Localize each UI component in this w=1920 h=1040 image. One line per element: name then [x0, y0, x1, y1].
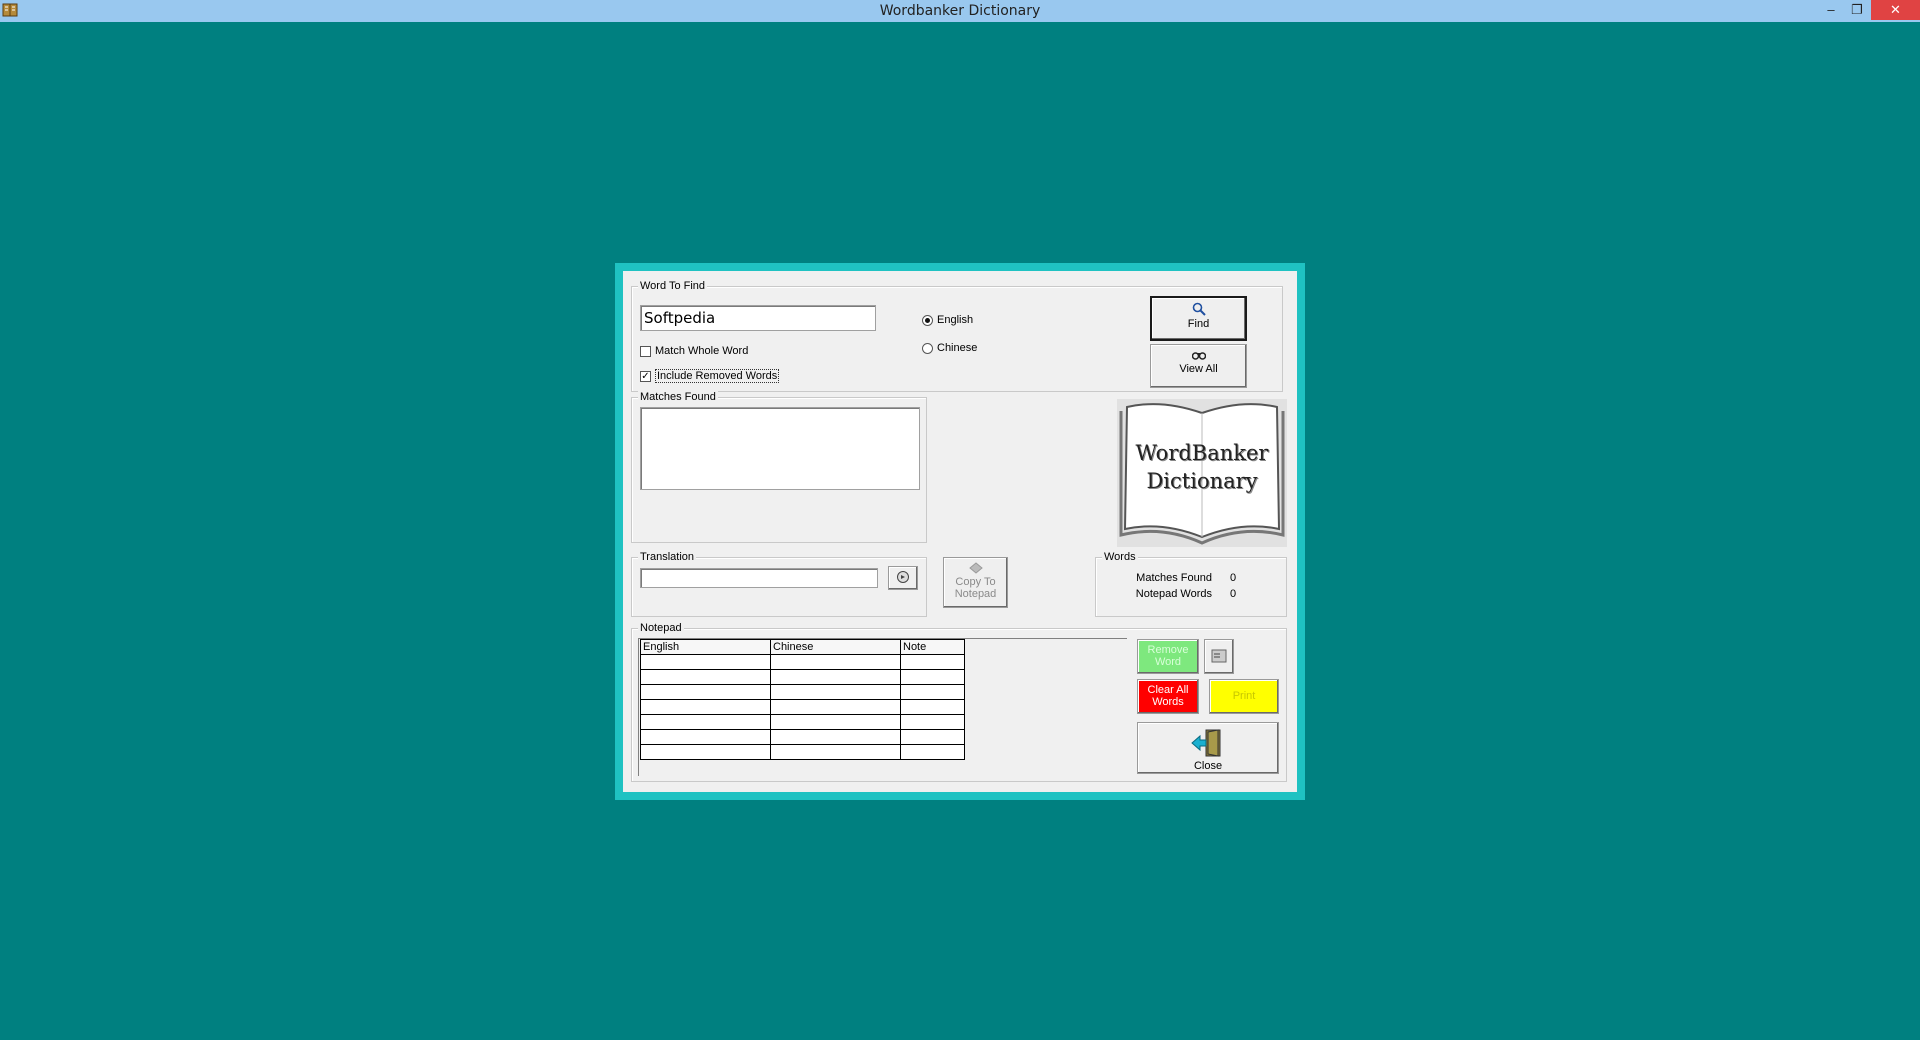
wordbanker-logo: WordBanker Dictionary: [1117, 399, 1287, 547]
view-all-button-label: View All: [1179, 363, 1218, 375]
find-button[interactable]: Find: [1150, 296, 1247, 341]
print-label: Print: [1232, 690, 1256, 702]
chinese-radio-label: Chinese: [937, 342, 978, 354]
matches-found-group: Matches Found: [631, 391, 927, 543]
column-header-english[interactable]: English: [640, 639, 771, 655]
list-icon: [1205, 649, 1233, 666]
table-cell[interactable]: [640, 714, 771, 730]
title-bar: Wordbanker Dictionary – ❐ ✕: [0, 0, 1920, 22]
chinese-radio[interactable]: [922, 342, 933, 354]
find-button-label: Find: [1187, 318, 1210, 330]
language-english-option[interactable]: English: [922, 314, 973, 326]
notepad-words-count: 0: [1230, 588, 1237, 600]
translation-label: Translation: [638, 551, 697, 563]
table-cell[interactable]: [900, 654, 965, 670]
matches-found-list[interactable]: [640, 407, 920, 490]
table-cell[interactable]: [900, 684, 965, 700]
table-cell[interactable]: [770, 714, 901, 730]
close-window-button[interactable]: ✕: [1871, 0, 1920, 20]
column-header-chinese[interactable]: Chinese: [770, 639, 901, 655]
remove-word-label: Remove Word: [1147, 644, 1189, 668]
match-whole-word-checkbox[interactable]: [640, 345, 651, 357]
notepad-options-button[interactable]: [1204, 639, 1234, 674]
include-removed-words-checkbox[interactable]: ✓: [640, 370, 651, 382]
logo-text: WordBanker Dictionary: [1117, 439, 1287, 495]
match-whole-word-label: Match Whole Word: [655, 345, 749, 357]
table-cell[interactable]: [770, 684, 901, 700]
table-cell[interactable]: [770, 729, 901, 745]
words-label: Words: [1102, 551, 1138, 563]
column-header-note[interactable]: Note: [900, 639, 965, 655]
include-removed-words-label: Include Removed Words: [655, 369, 780, 383]
notepad-label: Notepad: [638, 622, 684, 634]
clear-all-words-label: Clear All Words: [1147, 684, 1189, 708]
notepad-group: Notepad English Chinese Note Remove Word…: [631, 622, 1287, 782]
table-cell[interactable]: [640, 699, 771, 715]
table-row[interactable]: [640, 669, 965, 685]
table-cell[interactable]: [770, 654, 901, 670]
table-cell[interactable]: [640, 729, 771, 745]
close-button[interactable]: Close: [1137, 722, 1279, 774]
translation-group: Translation: [631, 551, 927, 617]
exit-door-icon: [1138, 728, 1278, 760]
table-row[interactable]: [640, 684, 965, 700]
remove-word-button[interactable]: Remove Word: [1137, 639, 1199, 674]
word-to-find-group: Word To Find Match Whole Word ✓ Include …: [631, 280, 1283, 392]
translation-input[interactable]: [640, 568, 878, 588]
table-cell[interactable]: [900, 744, 965, 760]
table-cell[interactable]: [640, 684, 771, 700]
table-row[interactable]: [640, 744, 965, 760]
logo-line-1: WordBanker: [1135, 441, 1269, 465]
print-button[interactable]: Print: [1209, 679, 1279, 714]
binoculars-icon: [1151, 349, 1246, 363]
table-row[interactable]: [640, 714, 965, 730]
magnifier-icon: [1152, 302, 1245, 318]
table-cell[interactable]: [770, 699, 901, 715]
speak-button[interactable]: [888, 566, 918, 590]
word-to-find-input[interactable]: [640, 305, 876, 331]
copy-to-notepad-label: Copy To Notepad: [954, 576, 997, 600]
table-cell[interactable]: [900, 699, 965, 715]
table-cell[interactable]: [770, 669, 901, 685]
table-cell[interactable]: [640, 654, 771, 670]
matches-found-count-label: Matches Found: [1136, 572, 1212, 584]
include-removed-words-option[interactable]: ✓ Include Removed Words: [640, 369, 780, 383]
table-cell[interactable]: [640, 669, 771, 685]
match-whole-word-option[interactable]: Match Whole Word: [640, 345, 748, 357]
notepad-table[interactable]: English Chinese Note: [640, 639, 965, 760]
table-cell[interactable]: [640, 744, 771, 760]
restore-button[interactable]: ❐: [1842, 0, 1872, 20]
english-radio[interactable]: [922, 314, 933, 326]
dictionary-panel: Word To Find Match Whole Word ✓ Include …: [623, 271, 1297, 792]
table-cell[interactable]: [770, 744, 901, 760]
clear-all-words-button[interactable]: Clear All Words: [1137, 679, 1199, 714]
words-group: Words Matches Found 0 Notepad Words 0: [1095, 551, 1287, 617]
copy-to-notepad-button[interactable]: Copy To Notepad: [943, 557, 1008, 608]
close-label: Close: [1193, 760, 1223, 772]
language-chinese-option[interactable]: Chinese: [922, 342, 977, 354]
matches-found-count: 0: [1230, 572, 1237, 584]
notepad-words-count-label: Notepad Words: [1135, 588, 1212, 600]
table-cell[interactable]: [900, 729, 965, 745]
speaker-icon: [889, 570, 917, 587]
logo-line-2: Dictionary: [1146, 469, 1258, 493]
table-row[interactable]: [640, 699, 965, 715]
word-to-find-label: Word To Find: [638, 280, 708, 292]
english-radio-label: English: [937, 314, 974, 326]
view-all-button[interactable]: View All: [1150, 344, 1247, 388]
table-row[interactable]: [640, 654, 965, 670]
table-row[interactable]: [640, 729, 965, 745]
copy-icon: [944, 562, 1007, 576]
table-cell[interactable]: [900, 669, 965, 685]
table-cell[interactable]: [900, 714, 965, 730]
window-title: Wordbanker Dictionary: [879, 3, 1041, 19]
matches-found-label: Matches Found: [638, 391, 718, 403]
